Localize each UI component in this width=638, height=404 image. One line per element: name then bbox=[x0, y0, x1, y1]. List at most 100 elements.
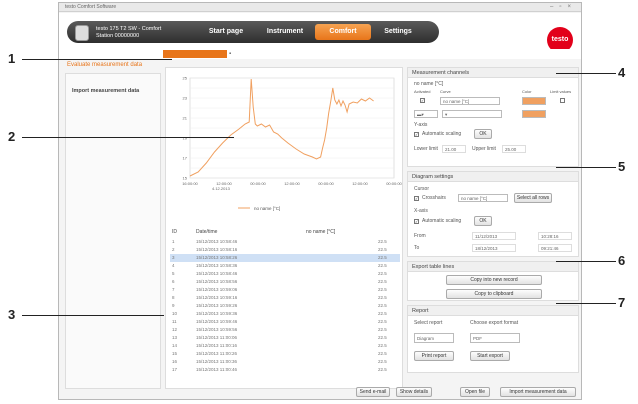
start-export-button[interactable]: Start export bbox=[470, 351, 510, 361]
table-row[interactable]: 10 15/12/2013 10:59:36 22.5 bbox=[170, 310, 400, 318]
y-auto-scaling-label: Automatic scaling bbox=[422, 131, 462, 137]
table-row[interactable]: 13 15/12/2013 11:00:06 22.5 bbox=[170, 334, 400, 342]
y-ok-button[interactable]: OK bbox=[474, 129, 492, 139]
crosshairs-checkbox[interactable]: ✓ bbox=[414, 196, 419, 201]
y-tick-label: 21 bbox=[183, 116, 188, 121]
cell-datetime: 15/12/2013 10:58:46 bbox=[196, 239, 238, 244]
nav-settings[interactable]: Settings bbox=[371, 24, 425, 40]
table-row[interactable]: 12 15/12/2013 10:59:56 22.5 bbox=[170, 326, 400, 334]
x-date-label: 4.12.2013 bbox=[212, 186, 231, 191]
x-auto-scaling-checkbox[interactable]: ✓ bbox=[414, 219, 419, 224]
table-row[interactable]: 17 15/12/2013 11:00:46 22.5 bbox=[170, 366, 400, 374]
import-data-button[interactable]: Import measurement data bbox=[500, 387, 576, 397]
nav-start-page[interactable]: Start page bbox=[199, 24, 253, 40]
table-row[interactable]: 14 15/12/2013 11:00:16 22.5 bbox=[170, 342, 400, 350]
upper-limit-label: Upper limit bbox=[472, 146, 496, 152]
table-row[interactable]: 16 15/12/2013 11:00:36 22.5 bbox=[170, 358, 400, 366]
active-tab[interactable] bbox=[163, 50, 227, 58]
channel-input[interactable]: no name [°C] bbox=[440, 97, 500, 105]
cell-value: 22.5 bbox=[378, 311, 387, 316]
to-date-input[interactable]: 18/12/2013 bbox=[472, 244, 516, 252]
y-auto-scaling-checkbox[interactable]: ✓ bbox=[414, 132, 419, 137]
upper-limit-input[interactable]: 25.00 bbox=[502, 145, 526, 153]
callout-5: 5 bbox=[618, 159, 626, 174]
select-all-rows-button[interactable]: Select all rows bbox=[514, 193, 552, 203]
curve-color-select[interactable] bbox=[522, 97, 546, 105]
cell-value: 22.5 bbox=[378, 263, 387, 268]
print-report-button[interactable]: Print report bbox=[414, 351, 454, 361]
callout-3-line bbox=[22, 315, 164, 316]
marker-select[interactable]: ▾ bbox=[442, 110, 502, 118]
sidebar: Import measurement data bbox=[65, 73, 161, 389]
cell-value: 22.5 bbox=[378, 271, 387, 276]
from-time-input[interactable]: 10:28:16 bbox=[538, 232, 572, 240]
table-row[interactable]: 2 15/12/2013 10:58:16 22.5 bbox=[170, 246, 400, 254]
window-controls[interactable]: –▫× bbox=[550, 3, 577, 12]
col-active-label: Activated bbox=[414, 89, 431, 94]
y-tick-label: 25 bbox=[183, 76, 188, 81]
crosshair-channel-select[interactable]: no name [°C] bbox=[458, 194, 508, 202]
tab-close-icon[interactable]: ▪ bbox=[229, 50, 231, 58]
table-row[interactable]: 4 15/12/2013 10:58:36 22.5 bbox=[170, 262, 400, 270]
y-axis-ticks: 252321191715 bbox=[183, 76, 188, 181]
cell-id: 10 bbox=[172, 311, 178, 316]
cell-value: 22.5 bbox=[378, 295, 387, 300]
cursor-label: Cursor bbox=[414, 186, 430, 192]
lower-limit-input[interactable]: 21.00 bbox=[442, 145, 466, 153]
table-row[interactable]: 15 15/12/2013 11:00:26 22.5 bbox=[170, 350, 400, 358]
legend-label: no name [°C] bbox=[254, 206, 280, 211]
table-row[interactable]: 3 15/12/2013 10:58:26 22.5 bbox=[170, 254, 400, 262]
cell-datetime: 15/12/2013 10:58:26 bbox=[196, 255, 238, 260]
col-datetime-header: Date/time bbox=[196, 229, 218, 235]
title-bar: testo Comfort Software –▫× bbox=[59, 3, 581, 12]
cell-datetime: 15/12/2013 10:58:56 bbox=[196, 279, 238, 284]
sidebar-item-import[interactable]: Import measurement data bbox=[72, 88, 139, 94]
table-row[interactable]: 5 15/12/2013 10:58:46 22.5 bbox=[170, 270, 400, 278]
nav-comfort[interactable]: Comfort bbox=[315, 24, 371, 40]
format-select[interactable]: PDF bbox=[470, 333, 520, 343]
measurement-panel: Measurement channels no name [°C] Activa… bbox=[407, 67, 579, 167]
cell-id: 9 bbox=[172, 303, 175, 308]
line-style-select[interactable]: ▬▾ bbox=[414, 110, 438, 118]
from-date-input[interactable]: 11/12/2013 bbox=[472, 232, 516, 240]
cell-id: 13 bbox=[172, 335, 178, 340]
callout-4-line bbox=[556, 73, 616, 74]
table-row[interactable]: 8 15/12/2013 10:59:16 22.5 bbox=[170, 294, 400, 302]
limit-checkbox[interactable] bbox=[560, 98, 565, 103]
table-row[interactable]: 6 15/12/2013 10:58:56 22.5 bbox=[170, 278, 400, 286]
cell-id: 15 bbox=[172, 351, 178, 356]
cell-datetime: 15/12/2013 11:00:36 bbox=[196, 359, 237, 364]
copy-clipboard-button[interactable]: Copy to clipboard bbox=[446, 289, 542, 299]
cell-value: 22.5 bbox=[378, 335, 387, 340]
table-row[interactable]: 9 15/12/2013 10:59:26 22.5 bbox=[170, 302, 400, 310]
show-details-button[interactable]: Show details bbox=[396, 387, 432, 397]
cell-id: 3 bbox=[172, 255, 175, 260]
cell-id: 4 bbox=[172, 263, 175, 268]
cell-datetime: 15/12/2013 11:00:46 bbox=[196, 367, 237, 372]
open-file-button[interactable]: Open file bbox=[460, 387, 490, 397]
marker-color-select[interactable] bbox=[522, 110, 546, 118]
cell-datetime: 15/12/2013 11:00:06 bbox=[196, 335, 237, 340]
cell-value: 22.5 bbox=[378, 255, 387, 260]
table-row[interactable]: 7 15/12/2013 10:59:06 22.5 bbox=[170, 286, 400, 294]
cell-id: 17 bbox=[172, 367, 178, 372]
x-tick-label: 16:00:00 bbox=[182, 181, 198, 186]
x-ok-button[interactable]: OK bbox=[474, 216, 492, 226]
copy-new-record-button[interactable]: Copy into new record bbox=[446, 275, 542, 285]
export-panel-title: Export table lines bbox=[408, 262, 578, 272]
to-time-input[interactable]: 09:21:46 bbox=[538, 244, 572, 252]
nav-instrument[interactable]: Instrument bbox=[255, 24, 315, 40]
temperature-chart: 252321191715 16:00:00 12:00:00 00:00:00 12:… bbox=[182, 76, 402, 212]
callout-6: 6 bbox=[618, 253, 626, 268]
table-row[interactable]: 1 15/12/2013 10:58:46 22.5 bbox=[170, 238, 400, 246]
callout-3: 3 bbox=[8, 307, 16, 322]
activated-checkbox[interactable]: ✓ bbox=[420, 98, 425, 103]
report-select[interactable]: Diagram bbox=[414, 333, 454, 343]
app-window: testo Comfort Software –▫× testo 175 T2 … bbox=[58, 2, 582, 400]
cell-id: 7 bbox=[172, 287, 175, 292]
send-email-button[interactable]: Send e-mail bbox=[356, 387, 390, 397]
callout-7-line bbox=[556, 303, 616, 304]
report-panel-title: Report bbox=[408, 306, 578, 316]
table-row[interactable]: 11 15/12/2013 10:59:46 22.5 bbox=[170, 318, 400, 326]
x-auto-scaling-label: Automatic scaling bbox=[422, 218, 462, 224]
